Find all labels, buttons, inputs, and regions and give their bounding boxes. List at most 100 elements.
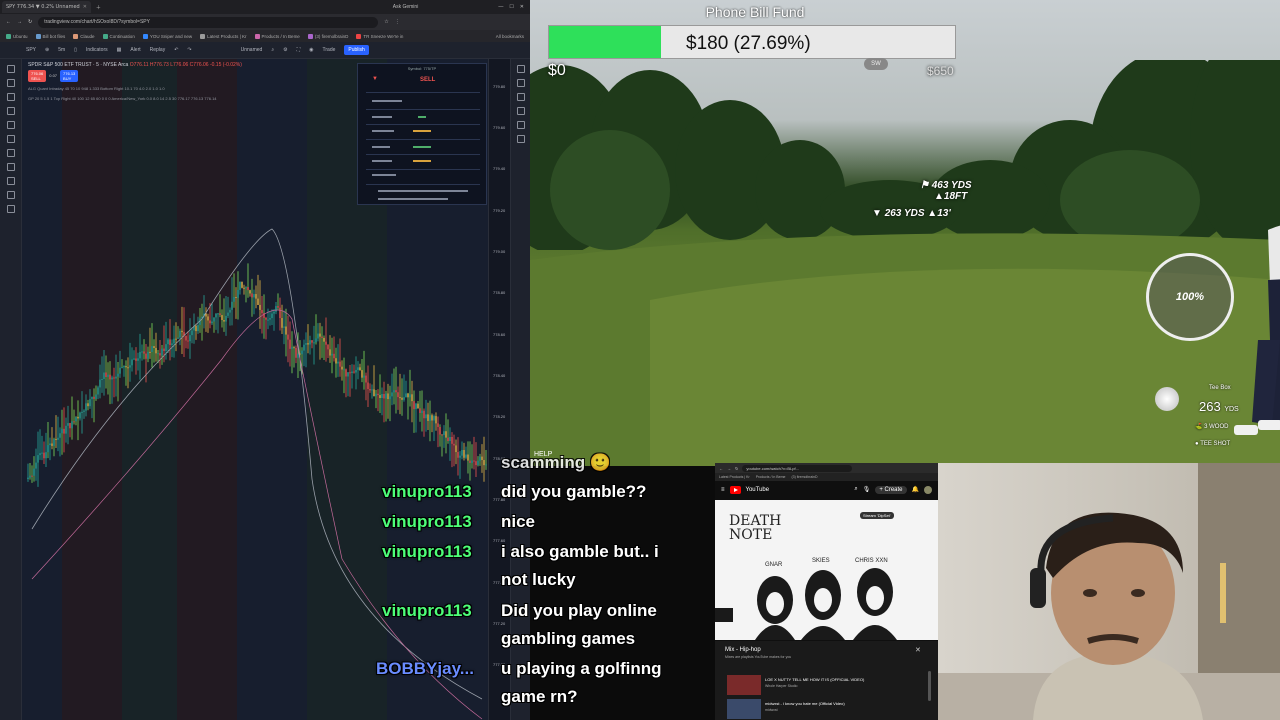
indicator-legend-2[interactable]: GP 20 5 1.5 1 Top Right 40 100 12 65 60 … — [28, 96, 217, 101]
hotlists-icon[interactable] — [516, 107, 525, 115]
close-window-icon[interactable]: ✕ — [520, 4, 524, 10]
target-arrow-icon: ▼ — [872, 208, 882, 219]
symbol-search-button[interactable]: SPY — [26, 47, 36, 53]
search-icon[interactable]: ⌕ — [854, 486, 857, 493]
youtube-header: ≡ YouTube ⌕ 🎙 + Create 🔔 — [715, 481, 938, 498]
bookmark-item[interactable]: Ubuntu — [6, 33, 28, 39]
reload-icon[interactable]: ↻ — [28, 19, 32, 25]
url-input[interactable]: tradingview.com/chart/hSOxoI8D/?symbol=S… — [38, 16, 379, 28]
buy-button[interactable]: 776.13 BUY — [60, 70, 79, 82]
replay-button[interactable]: Replay — [150, 47, 166, 53]
bookmark-item[interactable]: (3) firemolbrainD — [307, 33, 348, 39]
sell-button[interactable]: 776.06 SELL — [28, 70, 47, 82]
menu-icon[interactable]: ≡ — [721, 487, 725, 493]
close-icon[interactable]: ✕ — [915, 646, 921, 654]
video-player[interactable]: DEATH NOTE Stream 'DipSet' GNAR SKIES CH… — [715, 500, 938, 640]
bookmark-item[interactable]: Products / In Beme — [254, 33, 300, 39]
forward-icon[interactable]: → — [17, 19, 22, 25]
price-scale-label: 779.00 — [493, 249, 506, 255]
measure-tool-icon[interactable] — [6, 135, 15, 143]
youtube-logo-icon[interactable] — [729, 485, 741, 494]
layout-name-button[interactable]: Unnamed — [241, 47, 263, 53]
crosshair-tool-icon[interactable] — [6, 65, 15, 73]
bookmark-item[interactable]: Claude — [73, 33, 95, 39]
signal-info-panel: Symbol: 775/TP ▼ SELL — [357, 63, 487, 205]
pattern-tool-icon[interactable] — [6, 107, 15, 115]
notifications-bell-icon[interactable]: 🔔 — [912, 486, 919, 493]
data-window-icon[interactable] — [516, 93, 525, 101]
close-tab-icon[interactable]: ✕ — [83, 4, 87, 10]
bookmark-item[interactable]: TR Sneeze We're in — [356, 33, 403, 39]
templates-icon[interactable]: ▦ — [117, 47, 122, 53]
flag-icon: ⚑ — [920, 180, 929, 191]
chart-symbol-title: SPDR S&P 500 ETF TRUST · 5 · NYSE Arca — [28, 62, 129, 68]
chat-message: vinupro113 — [382, 542, 472, 562]
youtube-bookmarks-bar: Latest Products | Kr Products / In Beme … — [715, 473, 938, 481]
back-icon[interactable]: ← — [719, 466, 723, 471]
shot-type[interactable]: ● TEE SHOT — [1195, 441, 1230, 447]
avatar[interactable] — [924, 485, 932, 494]
notifications-icon[interactable] — [516, 135, 525, 143]
search-icon[interactable]: ⌕ — [271, 47, 274, 53]
reload-icon[interactable]: ↻ — [735, 466, 738, 471]
indicator-legend-1[interactable]: ALG Quant Intraday 45 70 10 948 1.333 Bo… — [28, 86, 165, 91]
bookmark-item[interactable]: Products / In Beme — [756, 475, 786, 479]
trade-button[interactable]: Trade — [323, 47, 336, 53]
add-symbol-icon[interactable]: ⊕ — [45, 47, 49, 53]
extensions-icon[interactable]: ⋮ — [395, 19, 400, 25]
chart-type-icon[interactable]: ▯ — [74, 47, 77, 53]
minimize-icon[interactable]: — — [498, 4, 503, 10]
maximize-icon[interactable]: ☐ — [509, 4, 513, 10]
undo-icon[interactable]: ↶ — [174, 47, 178, 53]
video-thumbnail[interactable] — [727, 675, 761, 695]
new-tab-icon[interactable]: ＋ — [96, 4, 101, 11]
text-tool-icon[interactable] — [6, 121, 15, 129]
fib-tool-icon[interactable] — [6, 93, 15, 101]
playlist-item-title[interactable]: LOE X NUTTY TELL ME HOW IT IS (OFFICIAL … — [765, 677, 925, 682]
fund-title: Phone Bill Fund — [705, 4, 805, 20]
club-selector[interactable]: ⛳ 3 WOOD — [1195, 423, 1228, 430]
scrollbar[interactable] — [928, 671, 931, 701]
mic-icon[interactable]: 🎙 — [863, 486, 871, 493]
snapshot-icon[interactable]: ◉ — [309, 47, 313, 53]
chat-username: BOBBYjay... — [376, 659, 474, 678]
calendar-icon[interactable] — [516, 121, 525, 129]
trendline-tool-icon[interactable] — [6, 79, 15, 87]
create-button[interactable]: + Create — [875, 485, 907, 494]
youtube-url-input[interactable]: youtube.com/watch?v=BLpf... — [742, 464, 853, 472]
indicators-button[interactable]: Indicators — [86, 47, 108, 53]
pin-distance-marker: ⚑ 463 YDS ▲18FT — [920, 180, 972, 202]
bookmark-item[interactable]: Latest Products | Kr — [200, 33, 247, 39]
trash-icon[interactable] — [6, 205, 15, 213]
alerts-icon[interactable] — [516, 79, 525, 87]
browser-tab-tradingview[interactable]: SPY 776.34 ▼ 0.2% Unnamed ✕ — [2, 1, 91, 13]
magnet-tool-icon[interactable] — [6, 163, 15, 171]
fullscreen-icon[interactable]: ⛶ — [297, 47, 301, 53]
interval-button[interactable]: 5m — [58, 47, 65, 53]
bookmark-item[interactable]: YOU Sniper and new — [142, 33, 192, 39]
forward-icon[interactable]: → — [727, 466, 731, 471]
all-bookmarks-button[interactable]: All bookmarks — [496, 34, 524, 39]
eye-tool-icon[interactable] — [6, 191, 15, 199]
back-icon[interactable]: ← — [6, 19, 11, 25]
bookmark-item[interactable]: Latest Products | Kr — [719, 475, 750, 479]
alert-button[interactable]: Alert — [130, 47, 140, 53]
chat-text: i also gamble but.. i — [501, 542, 659, 561]
publish-button[interactable]: Publish — [344, 45, 369, 55]
zoom-tool-icon[interactable] — [6, 149, 15, 157]
watchlist-icon[interactable] — [516, 65, 525, 73]
redo-icon[interactable]: ↷ — [187, 47, 191, 53]
streamer-webcam-image — [938, 463, 1280, 720]
bookmark-item[interactable]: (3) firemolbrainD — [791, 475, 817, 479]
bookmark-item[interactable]: Continuation — [102, 33, 135, 39]
video-thumbnail[interactable] — [727, 699, 761, 719]
bookmark-star-icon[interactable]: ☆ — [384, 19, 388, 25]
youtube-brand[interactable]: YouTube — [746, 487, 770, 493]
fund-progress-fill — [549, 26, 662, 58]
settings-gear-icon[interactable]: ⚙ — [283, 47, 287, 53]
bookmark-item[interactable]: Bill bot files — [35, 33, 65, 39]
playlist-item-title[interactable]: midwxst - i know you hate me (Official V… — [765, 701, 925, 706]
lock-tool-icon[interactable] — [6, 177, 15, 185]
chat-text: not lucky — [501, 570, 576, 589]
ask-gemini-button[interactable]: Ask Gemini — [393, 4, 419, 10]
